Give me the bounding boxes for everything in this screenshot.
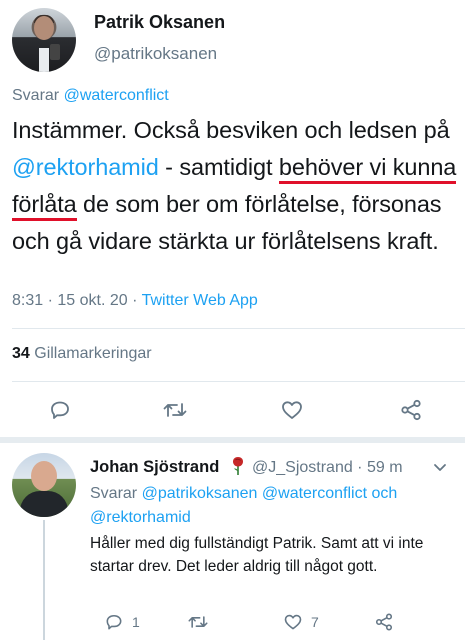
replying-and: och [371, 485, 398, 502]
tweet-time[interactable]: 8:31 [12, 292, 43, 309]
tweet-text-part: de som ber om förlåtelse, försonas och g… [12, 191, 442, 254]
reply-author-meta: @J_Sjostrand · 59 m [252, 459, 403, 477]
main-tweet: Patrik Oksanen @patrikoksanen Svarar @wa… [0, 0, 465, 440]
reply-reply-button[interactable]: 1 [104, 610, 140, 634]
tweet-actions [0, 395, 465, 425]
reply-like-button[interactable]: 7 [283, 610, 319, 634]
replying-to: Svarar @waterconflict [12, 87, 169, 105]
reply-count: 1 [132, 614, 140, 630]
reply-retweet-button[interactable] [187, 610, 209, 634]
author-handle[interactable]: @patrikoksanen [94, 44, 217, 64]
likes-count[interactable]: 34 Gillamarkeringar [12, 345, 152, 363]
like-button[interactable] [277, 395, 307, 425]
divider [12, 328, 465, 329]
like-icon [282, 401, 302, 419]
tweet-separator [0, 437, 465, 443]
tweet-text: Instämmer. Också besviken och ledsen på … [12, 112, 457, 260]
reply-age[interactable]: 59 m [367, 459, 403, 476]
mention-link[interactable]: @waterconflict [64, 87, 169, 104]
tweet-date[interactable]: 15 okt. 20 [57, 292, 127, 309]
mention-link[interactable]: @rektorhamid [90, 509, 191, 526]
author-avatar[interactable] [12, 8, 76, 72]
meta-separator: · [127, 292, 142, 309]
meta-separator: · [43, 292, 58, 309]
retweet-button[interactable] [160, 395, 190, 425]
mention-link[interactable]: @patrikoksanen [142, 485, 258, 502]
tweet-meta: 8:31 · 15 okt. 20 · Twitter Web App [12, 292, 258, 310]
reply-author-avatar[interactable] [12, 453, 76, 517]
reply-author-handle[interactable]: @J_Sjostrand [252, 459, 353, 476]
reply-button[interactable] [45, 395, 75, 425]
likes-label: Gillamarkeringar [34, 345, 152, 362]
reply-share-button[interactable] [374, 610, 394, 634]
reply-replying-to: Svarar @patrikoksanen @waterconflict och… [90, 482, 450, 530]
mention-link[interactable]: @waterconflict [262, 485, 367, 502]
tweet-text-part: Instämmer. Också besviken och ledsen på [12, 117, 450, 143]
like-icon [284, 614, 302, 630]
share-icon [375, 613, 393, 631]
like-count: 7 [311, 614, 319, 630]
rose-icon [233, 457, 243, 475]
share-button[interactable] [396, 395, 426, 425]
reply-icon [51, 401, 69, 419]
retweet-icon [188, 616, 208, 628]
reply-icon [106, 614, 122, 630]
replying-label: Svarar [90, 485, 138, 502]
share-icon [401, 399, 421, 421]
retweet-icon [163, 403, 187, 417]
meta-separator: · [352, 459, 367, 476]
reply-actions: 1 7 [0, 610, 465, 634]
author-display-name[interactable]: Patrik Oksanen [94, 12, 225, 33]
likes-number: 34 [12, 345, 30, 362]
divider [12, 381, 465, 382]
replying-label: Svarar [12, 87, 60, 104]
tweet-source[interactable]: Twitter Web App [142, 292, 258, 309]
chevron-down-icon[interactable] [432, 459, 448, 475]
tweet-text-part: - samtidigt [158, 154, 279, 180]
reply-author-display-name[interactable]: Johan Sjöstrand [90, 458, 219, 477]
reply-text: Håller med dig fullständigt Patrik. Samt… [90, 535, 424, 575]
mention-link[interactable]: @rektorhamid [12, 154, 159, 180]
